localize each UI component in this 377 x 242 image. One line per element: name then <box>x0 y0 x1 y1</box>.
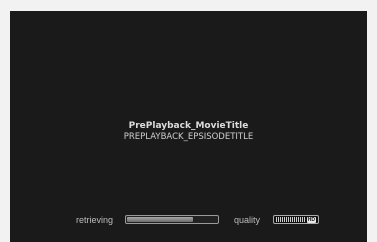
title-block: PrePlayback_MovieTitle PREPLAYBACK_EPSIS… <box>10 121 367 143</box>
episode-title: PREPLAYBACK_EPSISODETITLE <box>123 132 254 142</box>
quality-ticks <box>276 217 305 222</box>
movie-title: PrePlayback_MovieTitle <box>128 121 249 131</box>
retrieving-progress-bar <box>125 215 219 224</box>
status-row: retrieving quality HD <box>10 214 367 226</box>
quality-label: quality <box>234 215 261 225</box>
hd-badge: HD <box>306 216 316 223</box>
retrieving-label: retrieving <box>76 215 114 225</box>
player-screen: PrePlayback_MovieTitle PREPLAYBACK_EPSIS… <box>10 11 367 242</box>
retrieving-progress-fill <box>127 217 194 222</box>
quality-meter: HD <box>273 215 319 224</box>
